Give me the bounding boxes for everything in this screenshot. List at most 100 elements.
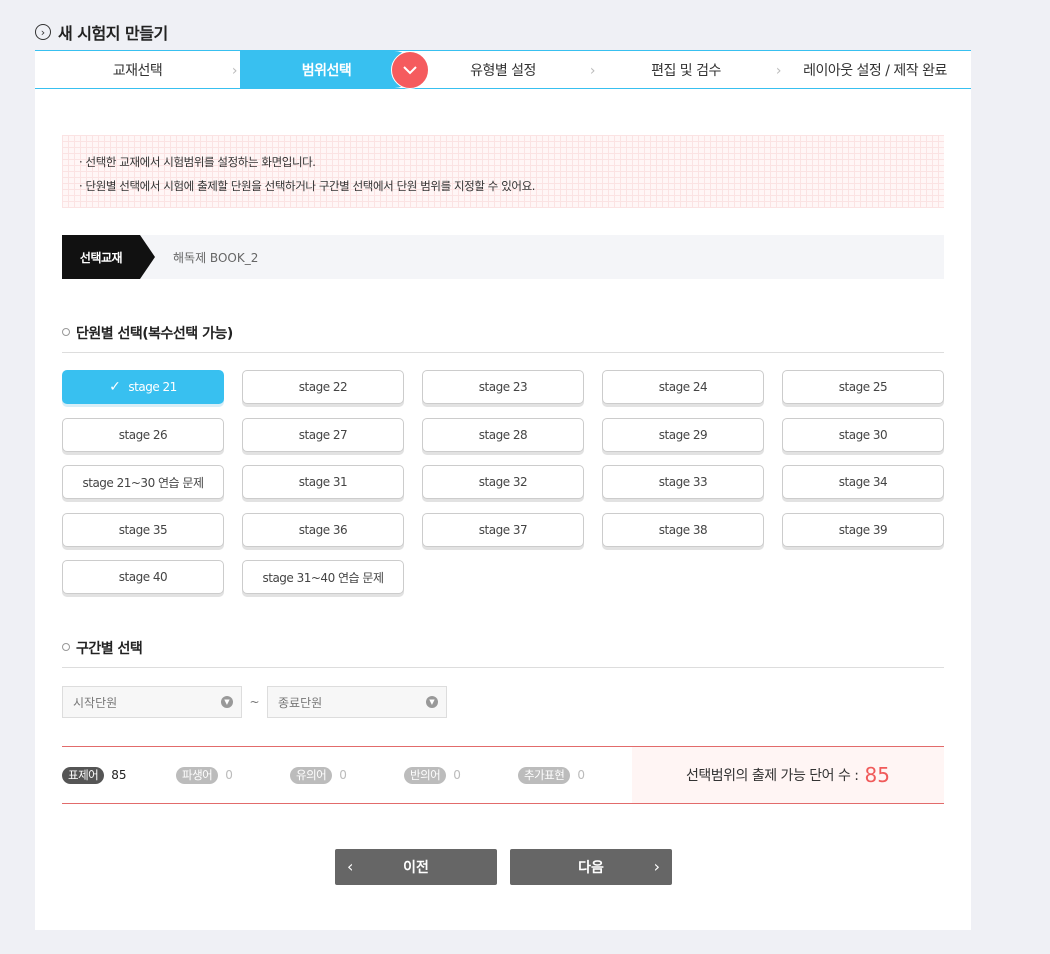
unit-button-label: stage 33	[658, 475, 708, 489]
unit-button-label: stage 22	[298, 380, 348, 394]
next-button[interactable]: 다음 ›	[510, 849, 672, 885]
unit-button[interactable]: stage 27	[242, 417, 404, 452]
unit-button[interactable]: stage 37	[422, 512, 584, 547]
unit-button-label: stage 23	[478, 380, 528, 394]
count-antonym: 반의어 0	[404, 766, 518, 784]
count-badge: 유의어	[290, 766, 333, 784]
notice-box: · 선택한 교재에서 시험범위를 설정하는 화면입니다. · 단원별 선택에서 …	[62, 135, 944, 208]
unit-button[interactable]: stage 36	[242, 512, 404, 547]
unit-button-label: stage 30	[838, 427, 888, 442]
range-section-title: 구간별 선택	[76, 641, 143, 657]
unit-button[interactable]: stage 24	[602, 370, 764, 404]
end-unit-select[interactable]: 종료단원 ▼	[267, 686, 447, 718]
unit-button[interactable]: stage 39	[782, 512, 944, 547]
unit-button[interactable]: stage 26	[62, 417, 224, 452]
unit-button[interactable]: stage 21~30 연습 문제	[62, 465, 224, 499]
unit-button-label: stage 31	[298, 475, 348, 489]
circle-chevron-right-icon: ›	[35, 24, 51, 40]
unit-section-title: 단원별 선택(복수선택 가능)	[76, 326, 233, 342]
unit-button[interactable]: stage 40	[62, 560, 224, 594]
range-section-header: 구간별 선택	[62, 638, 944, 668]
end-unit-placeholder: 종료단원	[278, 695, 323, 710]
total-value: 85	[864, 763, 890, 787]
step-range-select[interactable]: 범위선택	[240, 51, 413, 88]
selected-textbook-tag: 선택교재	[62, 235, 155, 279]
unit-button[interactable]: stage 31~40 연습 문제	[242, 560, 404, 594]
prev-button[interactable]: ‹ 이전	[335, 849, 497, 885]
step-type-settings[interactable]: 유형별 설정 ›	[413, 51, 595, 88]
count-headword: 표제어 85	[62, 766, 176, 784]
unit-button-label: stage 31~40 연습 문제	[262, 570, 384, 585]
unit-button[interactable]: stage 32	[422, 465, 584, 499]
step-textbook-select[interactable]: 교재선택 ›	[35, 51, 240, 88]
word-count-summary: 표제어 85 파생어 0 유의어 0 반의어 0 추가표현 0 선택범위의 출제…	[62, 746, 944, 804]
step-label: 편집 및 검수	[651, 62, 721, 79]
step-progress: 교재선택 › 범위선택 유형별 설정 › 편집 및 검수 › 레이아웃 설정 /…	[35, 50, 971, 89]
start-unit-placeholder: 시작단원	[73, 695, 118, 710]
unit-button-label: stage 28	[478, 427, 528, 442]
unit-button-label: stage 39	[838, 522, 888, 537]
step-label: 레이아웃 설정 / 제작 완료	[803, 62, 947, 79]
unit-button-label: stage 35	[118, 522, 168, 537]
unit-button-label: stage 34	[838, 475, 888, 489]
unit-button-label: stage 27	[298, 427, 348, 442]
unit-button-label: stage 36	[298, 522, 348, 537]
count-value: 0	[453, 768, 461, 782]
unit-button[interactable]: stage 30	[782, 417, 944, 452]
bullet-circle-icon	[62, 328, 70, 336]
prev-button-label: 이전	[403, 860, 429, 876]
count-badge: 반의어	[404, 766, 447, 784]
count-badge: 표제어	[62, 766, 105, 784]
unit-button[interactable]: stage 38	[602, 512, 764, 547]
unit-button[interactable]: stage 31	[242, 465, 404, 499]
count-value: 0	[339, 768, 347, 782]
step-layout-complete[interactable]: 레이아웃 설정 / 제작 완료	[779, 51, 971, 88]
count-value: 0	[225, 768, 233, 782]
main-card: 교재선택 › 범위선택 유형별 설정 › 편집 및 검수 › 레이아웃 설정 /…	[35, 50, 971, 930]
chevron-left-icon: ‹	[347, 857, 354, 876]
count-badge: 파생어	[176, 766, 219, 784]
unit-button-label: stage 37	[478, 522, 528, 537]
unit-button[interactable]: stage 33	[602, 465, 764, 499]
notice-line: · 선택한 교재에서 시험범위를 설정하는 화면입니다.	[79, 155, 316, 169]
unit-button[interactable]: stage 22	[242, 370, 404, 404]
unit-button-label: stage 29	[658, 427, 708, 442]
unit-button[interactable]: stage 23	[422, 370, 584, 404]
step-edit-review[interactable]: 편집 및 검수 ›	[593, 51, 781, 88]
count-extra-expression: 추가표현 0	[518, 766, 632, 784]
unit-button[interactable]: stage 29	[602, 417, 764, 452]
count-synonym: 유의어 0	[290, 766, 404, 784]
unit-button-label: stage 25	[838, 380, 888, 394]
count-badge: 추가표현	[518, 766, 571, 784]
next-button-label: 다음	[578, 860, 604, 876]
unit-button[interactable]: ✓ stage 21	[62, 370, 224, 404]
unit-section-header: 단원별 선택(복수선택 가능)	[62, 323, 944, 353]
unit-button-label: stage 21	[128, 380, 177, 394]
range-select-row: 시작단원 ▼ ~ 종료단원 ▼	[62, 686, 447, 718]
unit-button-label: stage 40	[118, 570, 168, 584]
selected-textbook-name: 해독제 BOOK_2	[173, 250, 259, 265]
step-label: 범위선택	[301, 62, 352, 79]
unit-button[interactable]: stage 35	[62, 512, 224, 547]
count-value: 85	[111, 768, 127, 782]
word-type-counts: 표제어 85 파생어 0 유의어 0 반의어 0 추가표현 0	[62, 747, 632, 803]
unit-button-label: stage 21~30 연습 문제	[82, 475, 204, 490]
unit-button[interactable]: stage 34	[782, 465, 944, 499]
selected-textbook-bar: 선택교재 해독제 BOOK_2	[62, 235, 944, 279]
unit-button-label: stage 38	[658, 522, 708, 537]
range-separator: ~	[249, 695, 260, 709]
count-derivative: 파생어 0	[176, 766, 290, 784]
unit-button-label: stage 32	[478, 475, 528, 489]
start-unit-select[interactable]: 시작단원 ▼	[62, 686, 242, 718]
bullet-circle-icon	[62, 643, 70, 651]
unit-button[interactable]: stage 28	[422, 417, 584, 452]
step-label: 유형별 설정	[470, 62, 536, 79]
total-label: 선택범위의 출제 가능 단어 수 :	[686, 768, 859, 784]
total-word-count: 선택범위의 출제 가능 단어 수 : 85	[632, 747, 944, 803]
chevron-down-icon: ▼	[426, 696, 438, 708]
unit-button[interactable]: stage 25	[782, 370, 944, 404]
page-title: 새 시험지 만들기	[58, 24, 168, 43]
unit-button-label: stage 26	[118, 427, 168, 442]
check-icon: ✓	[109, 379, 121, 395]
chevron-down-icon	[391, 51, 429, 89]
